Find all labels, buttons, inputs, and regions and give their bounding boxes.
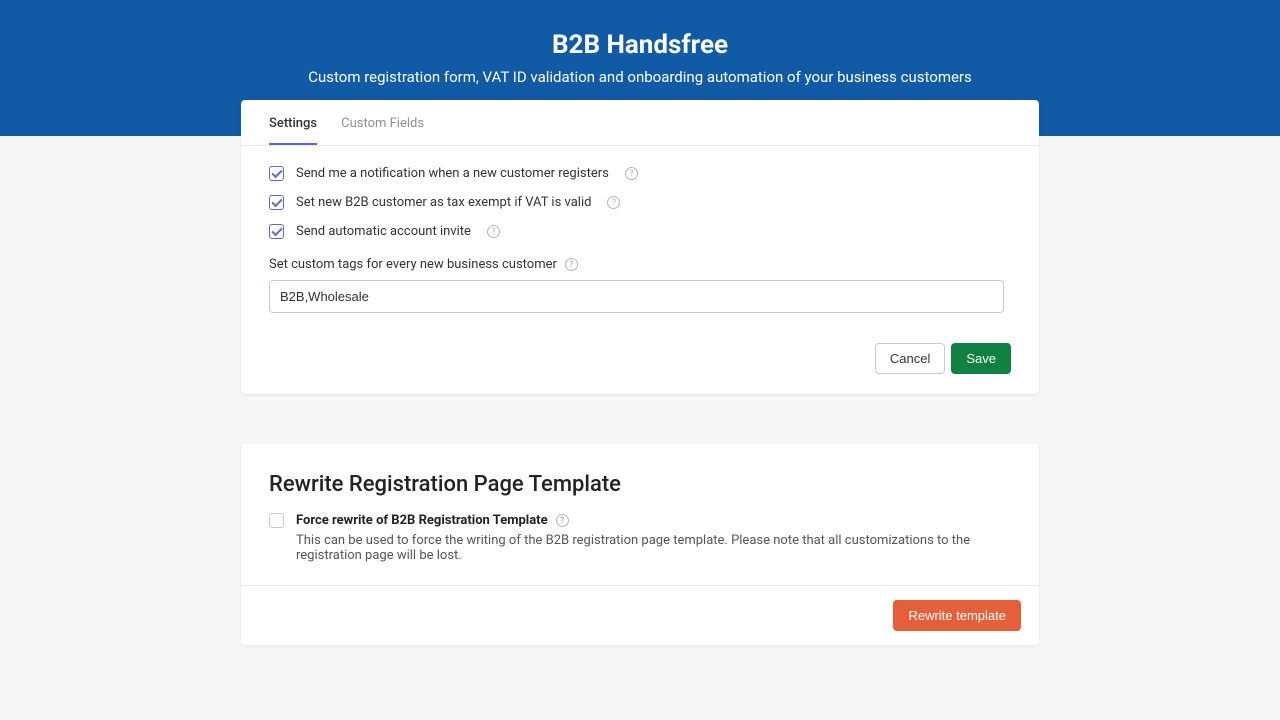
help-icon[interactable]: ? (556, 514, 569, 527)
help-icon[interactable]: ? (625, 167, 638, 180)
tabs: Settings Custom Fields (241, 100, 1039, 146)
rewrite-footer: Rewrite template (241, 586, 1039, 645)
help-icon[interactable]: ? (565, 258, 578, 271)
rewrite-checkbox-label-row: Force rewrite of B2B Registration Templa… (296, 513, 1011, 528)
main-container: Settings Custom Fields Send me a notific… (241, 100, 1039, 645)
auto-invite-checkbox[interactable] (269, 224, 284, 239)
tax-exempt-checkbox[interactable] (269, 195, 284, 210)
settings-footer: Cancel Save (241, 343, 1039, 394)
rewrite-description: This can be used to force the writing of… (296, 533, 1011, 563)
help-icon[interactable]: ? (607, 196, 620, 209)
header-subtitle: Custom registration form, VAT ID validat… (20, 68, 1260, 86)
settings-card: Settings Custom Fields Send me a notific… (241, 100, 1039, 394)
tags-input[interactable] (269, 280, 1004, 313)
rewrite-body: Force rewrite of B2B Registration Templa… (241, 513, 1039, 585)
tab-custom-fields[interactable]: Custom Fields (341, 100, 424, 145)
tags-label: Set custom tags for every new business c… (269, 257, 557, 272)
tax-exempt-label: Set new B2B customer as tax exempt if VA… (296, 195, 591, 210)
tab-settings[interactable]: Settings (269, 100, 317, 145)
force-rewrite-checkbox[interactable] (269, 513, 284, 528)
rewrite-template-button[interactable]: Rewrite template (893, 600, 1021, 631)
settings-body: Send me a notification when a new custom… (241, 146, 1039, 343)
auto-invite-label: Send automatic account invite (296, 224, 471, 239)
rewrite-row: Force rewrite of B2B Registration Templa… (269, 513, 1011, 563)
rewrite-title: Rewrite Registration Page Template (241, 444, 1039, 513)
auto-invite-row: Send automatic account invite ? (269, 224, 1011, 239)
tax-exempt-row: Set new B2B customer as tax exempt if VA… (269, 195, 1011, 210)
notify-checkbox[interactable] (269, 166, 284, 181)
notify-row: Send me a notification when a new custom… (269, 166, 1011, 181)
rewrite-text: Force rewrite of B2B Registration Templa… (296, 513, 1011, 563)
rewrite-checkbox-label: Force rewrite of B2B Registration Templa… (296, 513, 548, 528)
rewrite-card: Rewrite Registration Page Template Force… (241, 444, 1039, 645)
cancel-button[interactable]: Cancel (875, 343, 945, 374)
help-icon[interactable]: ? (487, 225, 500, 238)
notify-label: Send me a notification when a new custom… (296, 166, 609, 181)
tags-label-row: Set custom tags for every new business c… (269, 257, 1011, 272)
save-button[interactable]: Save (951, 343, 1011, 374)
header-title: B2B Handsfree (20, 30, 1260, 60)
